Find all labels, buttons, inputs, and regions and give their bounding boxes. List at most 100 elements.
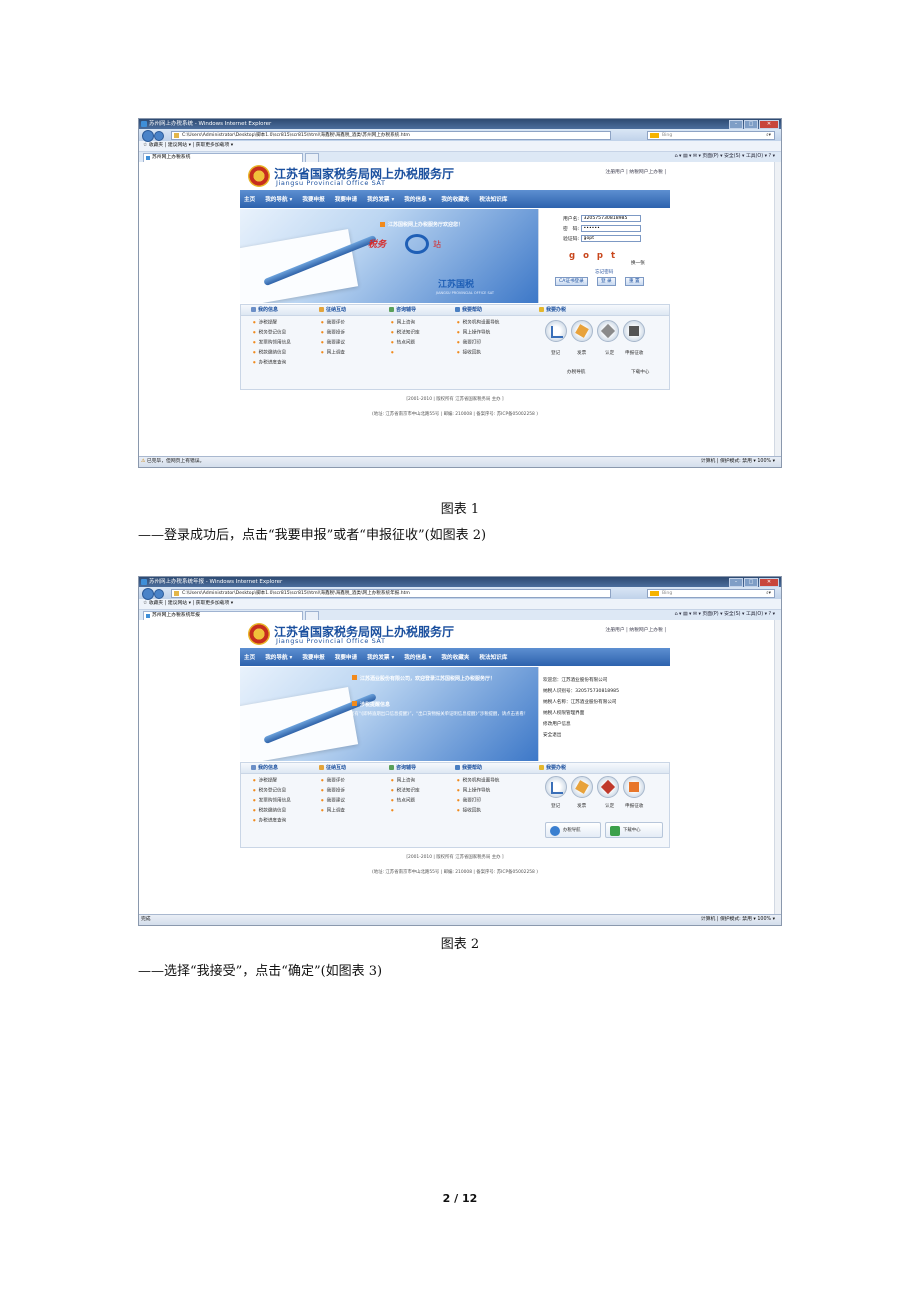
list-item[interactable]: 热点问题 (391, 338, 420, 348)
list-item[interactable]: 接收回执 (457, 806, 499, 816)
forward-icon[interactable] (154, 131, 164, 141)
nav-apply[interactable]: 我要申请 (335, 653, 357, 661)
close-button[interactable]: ✕ (759, 578, 779, 587)
list-item[interactable]: 网上操作导航 (457, 786, 499, 796)
address-input[interactable]: C:\Users\Administrator\Desktop\脚本1.0\scr… (171, 589, 611, 598)
list-item[interactable]: 税务机构设置导航 (457, 776, 500, 786)
tool-label-register[interactable]: 登记 (551, 350, 560, 356)
address-input[interactable]: C:\Users\Administrator\Desktop\脚本1.0\scr… (171, 131, 611, 140)
ca-login-button[interactable]: CA证书登录 (555, 277, 588, 286)
invoice-tool-icon[interactable] (571, 320, 593, 342)
list-item[interactable] (391, 806, 420, 816)
list-item[interactable]: 我要投诉 (321, 328, 345, 338)
tool-label-register[interactable]: 登记 (551, 803, 560, 809)
tool-label-invoice[interactable]: 发票 (577, 803, 586, 809)
list-item[interactable]: 发票购领用信息 (253, 338, 291, 348)
register-tool-icon[interactable] (545, 320, 567, 342)
list-item[interactable]: 网上咨询 (391, 318, 420, 328)
nav-my-navigation[interactable]: 我的导航 ▾ (265, 195, 292, 203)
tool-label-certify[interactable]: 认定 (605, 350, 614, 356)
tool-label-certify[interactable]: 认定 (605, 803, 614, 809)
edit-user-link[interactable]: 修改用户信息 (543, 721, 571, 727)
back-icon[interactable] (142, 130, 154, 142)
tax-navigation-link[interactable]: 办税导航 (567, 369, 585, 375)
nav-declare[interactable]: 我要申报 (302, 195, 324, 203)
status-zone[interactable]: 计算机 | 保护模式: 禁用 ▾ 100% ▾ (701, 915, 775, 925)
username-input[interactable] (580, 215, 641, 222)
nav-favorites[interactable]: 我的收藏夹 (441, 653, 469, 661)
certify-tool-icon[interactable] (597, 776, 619, 798)
nav-home[interactable]: 主页 (244, 195, 255, 203)
maximize-button[interactable]: □ (744, 120, 758, 129)
top-links[interactable]: 注册用户 | 纳税网户上办税 | (605, 626, 666, 633)
minimize-button[interactable]: – (729, 120, 743, 129)
search-icon[interactable]: ⌕▾ (766, 132, 771, 139)
tool-label-invoice[interactable]: 发票 (577, 350, 586, 356)
search-input[interactable]: Bing ⌕▾ (647, 131, 775, 140)
declare-tool-icon[interactable] (623, 320, 645, 342)
nav-apply[interactable]: 我要申请 (335, 195, 357, 203)
list-item[interactable]: 税款缴纳信息 (253, 806, 291, 816)
download-center-link[interactable]: 下载中心 (631, 369, 649, 375)
list-item[interactable]: 我要建议 (321, 796, 345, 806)
tab-current[interactable]: 苏州网上办税系统年报 (143, 611, 303, 620)
verify-input[interactable] (580, 235, 641, 242)
nav-my-info[interactable]: 我的信息 ▾ (404, 195, 431, 203)
list-item[interactable]: 税款缴纳信息 (253, 348, 291, 358)
list-item[interactable]: 办税进度查询 (253, 816, 291, 826)
list-item[interactable]: 我要投诉 (321, 786, 345, 796)
reminder-text[interactable]: 您有“《即将逾期出口信息提醒》”，“出口货物报关单证明信息提醒》”涉税提醒，请点… (350, 711, 530, 718)
list-item[interactable]: 接收回执 (457, 348, 499, 358)
nav-declare[interactable]: 我要申报 (302, 653, 324, 661)
search-icon[interactable]: ⌕▾ (766, 590, 771, 597)
status-zone[interactable]: 计算机 | 保护模式: 禁用 ▾ 100% ▾ (701, 457, 775, 467)
list-item[interactable]: 税法知识库 (391, 786, 420, 796)
nav-tax-law[interactable]: 税法知识库 (479, 195, 507, 203)
list-item[interactable]: 我要打印 (457, 338, 499, 348)
permission-link[interactable]: 纳税人权限管理界面 (543, 710, 584, 716)
logout-link[interactable]: 安全退出 (543, 732, 561, 738)
list-item[interactable]: 我要建议 (321, 338, 345, 348)
nav-my-navigation[interactable]: 我的导航 ▾ (265, 653, 292, 661)
list-item[interactable]: 网上操作导航 (457, 328, 499, 338)
nav-home[interactable]: 主页 (244, 653, 255, 661)
tab-current[interactable]: 苏州网上办税系统 (143, 153, 303, 162)
list-item[interactable]: 网上调查 (321, 806, 345, 816)
login-button[interactable]: 登 录 (597, 277, 616, 286)
tool-label-declare[interactable]: 申报征收 (625, 350, 643, 356)
list-item[interactable]: 热点问题 (391, 796, 420, 806)
nav-my-info[interactable]: 我的信息 ▾ (404, 653, 431, 661)
password-input[interactable] (580, 225, 641, 232)
list-item[interactable]: 涉税提醒 (253, 776, 291, 786)
list-item[interactable]: 税务登记信息 (253, 786, 291, 796)
nav-tax-law[interactable]: 税法知识库 (479, 653, 507, 661)
list-item[interactable]: 我要打印 (457, 796, 499, 806)
certify-tool-icon[interactable] (597, 320, 619, 342)
maximize-button[interactable]: □ (744, 578, 758, 587)
reset-button[interactable]: 重 置 (625, 277, 644, 286)
list-item[interactable]: 税法知识库 (391, 328, 420, 338)
minimize-button[interactable]: – (729, 578, 743, 587)
favorites-bar-text[interactable]: ☆ 收藏夹 | 建议网站 ▾ | 获取更多加载项 ▾ (143, 143, 233, 148)
forward-icon[interactable] (154, 589, 164, 599)
refresh-captcha-link[interactable]: 换一张 (631, 260, 645, 266)
nav-invoice[interactable]: 我的发票 ▾ (367, 653, 394, 661)
list-item[interactable]: 涉税提醒 (253, 318, 291, 328)
list-item[interactable]: 网上调查 (321, 348, 345, 358)
list-item[interactable]: 网上咨询 (391, 776, 420, 786)
register-tool-icon[interactable] (545, 776, 567, 798)
nav-favorites[interactable]: 我的收藏夹 (441, 195, 469, 203)
list-item[interactable]: 办税进度查询 (253, 358, 291, 368)
declare-tool-icon[interactable] (623, 776, 645, 798)
vertical-scrollbar[interactable] (774, 162, 781, 457)
download-center-button[interactable]: 下载中心 (605, 822, 663, 838)
tool-label-declare[interactable]: 申报征收 (625, 803, 643, 809)
search-input[interactable]: Bing ⌕▾ (647, 589, 775, 598)
favorites-bar-text[interactable]: ☆ 收藏夹 | 建议网站 ▾ | 获取更多加载项 ▾ (143, 601, 233, 606)
close-button[interactable]: ✕ (759, 120, 779, 129)
back-icon[interactable] (142, 588, 154, 600)
top-links[interactable]: 注册用户 | 纳税网户上办税 | (605, 168, 666, 175)
forgot-password-link[interactable]: 忘记密码 (595, 269, 613, 275)
list-item[interactable]: 我要评价 (321, 318, 345, 328)
list-item[interactable] (391, 348, 420, 358)
